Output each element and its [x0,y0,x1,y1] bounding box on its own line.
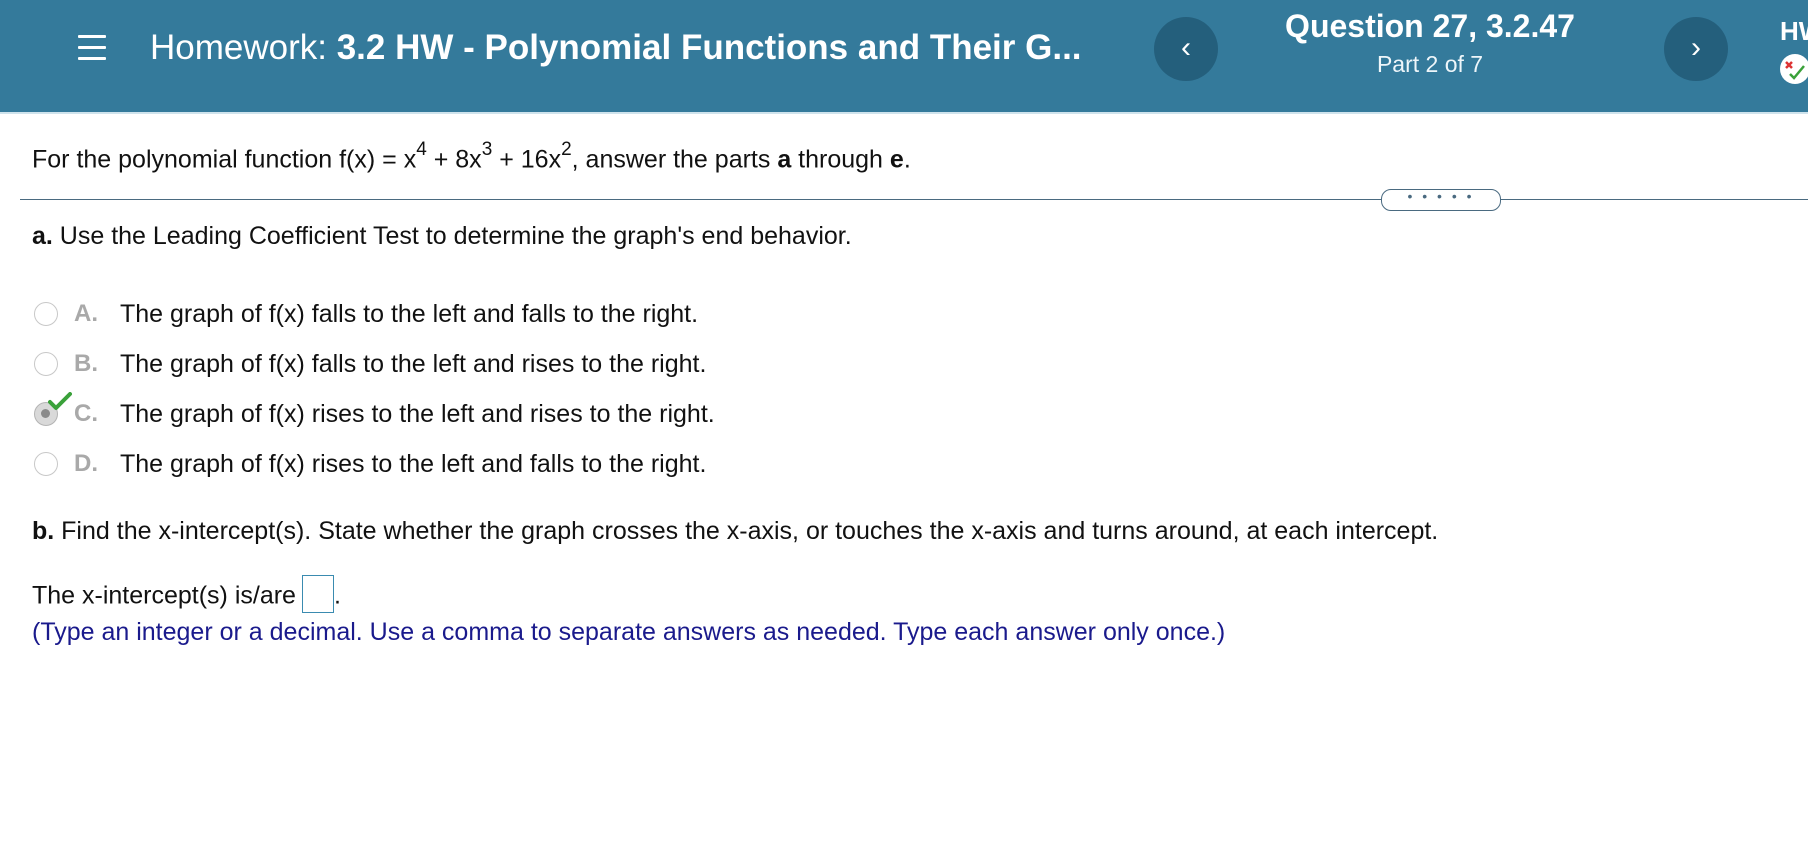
chevron-left-icon: ‹ [1181,31,1191,64]
previous-question-button[interactable]: ‹ [1154,17,1218,81]
homework-prefix: Homework: [150,28,327,67]
hw-score-label: HW [1780,16,1808,46]
answer-prefix: The x-intercept(s) is/are [32,581,296,610]
prompt-text: For the polynomial function f(x) = x [32,145,417,174]
part-b-label: b. [32,517,55,545]
part-b-text: Find the x-intercept(s). State whether t… [54,517,1439,545]
exponent: 3 [481,139,493,160]
expand-toggle-button[interactable]: • • • • • [1381,189,1501,211]
prompt-text: , answer the parts [571,145,778,174]
option-letter: D. [74,450,98,477]
option-text: The graph of f(x) rises to the left and … [120,400,715,428]
question-info: Question 27, 3.2.47 Part 2 of 7 [1260,8,1600,78]
option-a[interactable]: A. The graph of f(x) falls to the left a… [34,298,834,348]
next-question-button[interactable]: › [1664,17,1728,81]
exponent: 2 [561,139,572,160]
chevron-right-icon: › [1691,31,1701,64]
radio-button[interactable] [34,452,58,476]
prompt-text: through [791,145,890,174]
homework-title: Homework: 3.2 HW - Polynomial Functions … [150,28,1082,68]
option-text: The graph of f(x) falls to the left and … [120,350,707,378]
x-intercept-answer-input[interactable] [301,575,334,613]
option-text: The graph of f(x) rises to the left and … [120,450,707,478]
prompt-text: . [903,145,911,174]
part-b-question: b. Find the x-intercept(s). State whethe… [32,517,1438,546]
option-b[interactable]: B. The graph of f(x) falls to the left a… [34,348,834,398]
exponent: 4 [416,139,427,160]
answer-suffix: . [333,581,341,610]
question-title: Question 27, 3.2.47 [1285,8,1575,44]
section-divider [20,199,1808,200]
option-letter: A. [74,300,98,327]
assignment-name: 3.2 HW - Polynomial Functions and Their … [336,28,1082,67]
option-letter: C. [74,400,98,427]
hamburger-menu-icon[interactable] [78,35,106,61]
part-a-label: a. [32,222,53,250]
answer-line: The x-intercept(s) is/are. [32,575,341,616]
part-a-text: Use the Leading Coefficient Test to dete… [52,222,852,250]
prompt-text: + 16x [492,145,562,174]
prompt-bold-e: e [889,145,904,174]
radio-button[interactable] [34,352,58,376]
radio-button[interactable] [34,302,58,326]
question-prompt: For the polynomial function f(x) = x4 + … [32,139,911,174]
option-d[interactable]: D. The graph of f(x) rises to the left a… [34,448,834,498]
answer-options: A. The graph of f(x) falls to the left a… [34,298,834,498]
part-a-question: a. Use the Leading Coefficient Test to d… [32,222,852,251]
score-check-x-icon[interactable] [1780,54,1808,84]
option-text: The graph of f(x) falls to the left and … [120,300,699,328]
prompt-bold-a: a [777,145,792,174]
top-header-bar: Homework: 3.2 HW - Polynomial Functions … [0,0,1808,114]
question-part: Part 2 of 7 [1376,51,1484,77]
answer-instructions: (Type an integer or a decimal. Use a com… [32,618,1226,646]
option-c[interactable]: C. The graph of f(x) rises to the left a… [34,392,834,448]
option-letter: B. [74,350,98,377]
green-checkmark-icon [48,392,72,410]
prompt-text: + 8x [426,145,482,174]
